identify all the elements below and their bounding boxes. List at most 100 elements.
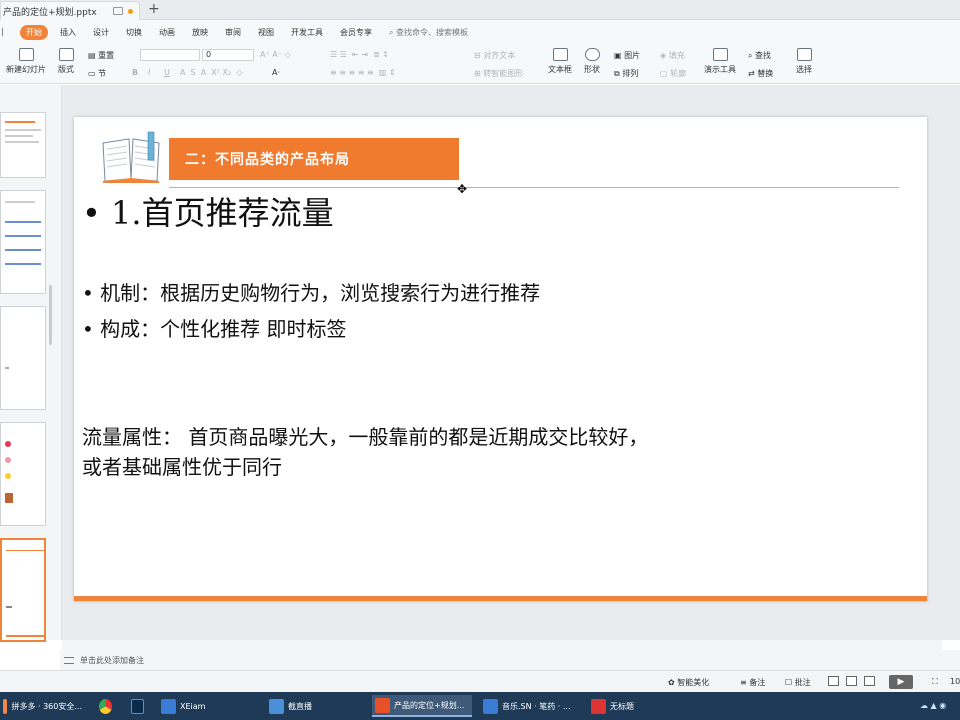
bold-icon[interactable]: B xyxy=(132,68,138,77)
menu-insert[interactable]: 插入 xyxy=(60,27,76,38)
thumb-line xyxy=(5,221,41,223)
photoshop-icon xyxy=(131,698,144,714)
bullet-item[interactable]: • 机制：根据历史购物行为，浏览搜索行为进行推荐 xyxy=(82,277,540,306)
thumb-line xyxy=(5,201,35,203)
slide-thumbnail[interactable] xyxy=(0,306,46,410)
paragraph-line[interactable]: 流量属性： 首页商品曝光大，一般靠前的都是近期成交比较好， xyxy=(82,421,648,450)
font-name-field[interactable] xyxy=(140,49,200,61)
menu-view[interactable]: 视图 xyxy=(258,27,274,38)
reading-view-icon[interactable] xyxy=(864,676,875,686)
text-format-icons[interactable]: A S A X² X₂ ◇ xyxy=(180,68,242,77)
picture-button[interactable]: ▣ 图片 xyxy=(614,50,640,61)
fill-label: 填充 xyxy=(668,51,685,60)
taskbar-photoshop[interactable] xyxy=(128,695,148,717)
bullet-text: 机制：根据历史购物行为，浏览搜索行为进行推荐 xyxy=(100,281,541,305)
thumb-line xyxy=(6,550,44,551)
app-icon xyxy=(591,698,606,714)
paragraph-line[interactable]: 或者基础属性优于同行 xyxy=(82,451,282,480)
new-slide-icon xyxy=(18,48,34,61)
select-label: 选择 xyxy=(796,65,812,74)
notes-icon xyxy=(64,656,74,664)
command-search[interactable]: ⌕ 查找命令、搜索模板 xyxy=(389,27,468,38)
select-button[interactable]: 选择 xyxy=(796,48,812,75)
fill-button[interactable]: ◈ 填充 xyxy=(660,50,685,61)
font-size-tools-icon[interactable]: A⁺ A⁻ ◇ xyxy=(260,50,291,59)
slide-thumbnail[interactable] xyxy=(0,190,46,294)
slide-thumbnail-selected[interactable] xyxy=(0,538,46,642)
italic-icon[interactable]: I xyxy=(148,68,150,77)
menu-slideshow[interactable]: 放映 xyxy=(192,27,208,38)
file-menu-icon[interactable] xyxy=(2,28,6,36)
slide-title-banner[interactable]: 二：不同品类的产品布局 xyxy=(169,138,459,180)
taskbar-item[interactable]: 截直播 xyxy=(266,695,366,717)
alignment-icons[interactable]: ≡ ≡ ≡ ≡ ≡ ▥ ⇕ xyxy=(330,68,396,77)
app-icon xyxy=(269,698,284,714)
taskbar-item[interactable]: 音乐.SN · 笔药 · ... xyxy=(480,695,580,717)
menu-transitions[interactable]: 切换 xyxy=(126,27,142,38)
slide-thumbnail-panel xyxy=(0,85,62,642)
play-slideshow-button[interactable]: ▶ xyxy=(889,675,913,689)
sorter-view-icon[interactable] xyxy=(846,676,857,686)
shape-label: 形状 xyxy=(584,65,600,74)
taskbar-item-active[interactable]: 产品的定位+规划... xyxy=(372,695,472,717)
thumbnail-scrollbar[interactable] xyxy=(49,285,52,345)
move-cursor-icon: ✥ xyxy=(457,182,468,196)
slide-heading[interactable]: • 1.首页推荐流量 xyxy=(82,188,334,234)
normal-view-icon[interactable] xyxy=(828,676,839,686)
menu-review[interactable]: 审阅 xyxy=(225,27,241,38)
font-size-field[interactable]: 0 xyxy=(202,49,254,61)
taskbar-item-label: XEiam xyxy=(180,701,206,711)
menu-home[interactable]: 开始 xyxy=(20,24,48,40)
menu-developer[interactable]: 开发工具 xyxy=(291,27,323,38)
notes-toggle-button[interactable]: ≡ 备注 xyxy=(740,677,765,688)
taskbar-item[interactable]: XEiam xyxy=(158,695,258,717)
notes-pane[interactable]: 单击此处添加备注 xyxy=(60,650,960,670)
taskbar-item[interactable]: 拼多多 · 360安全... xyxy=(0,695,82,717)
menu-design[interactable]: 设计 xyxy=(93,27,109,38)
outline-button[interactable]: ▢ 轮廓 xyxy=(660,68,686,79)
shape-button[interactable]: 形状 xyxy=(584,48,600,75)
align-text-button[interactable]: ⊟ 对齐文本 xyxy=(474,50,515,61)
menu-bar: 开始 插入 设计 切换 动画 放映 审阅 视图 开发工具 会员专享 ⌕ 查找命令… xyxy=(0,20,960,44)
list-icons[interactable]: ☰ ☰ ⇤ ⇥ ≣ ↕ xyxy=(330,50,389,59)
zoom-value[interactable]: 10 xyxy=(950,677,960,686)
current-slide[interactable]: 二：不同品类的产品布局 ✥ • 1.首页推荐流量 • 机制：根据历史购物行为，浏… xyxy=(74,117,927,601)
system-tray-icons[interactable]: ☁ ▲ ◉ xyxy=(920,701,946,710)
bullet-item[interactable]: • 构成：个性化推荐 即时标签 xyxy=(82,313,347,342)
slide-thumbnail[interactable] xyxy=(0,112,46,178)
slide-thumbnail[interactable] xyxy=(0,422,46,526)
document-tab[interactable]: 产品的定位+规划.pptx xyxy=(0,1,140,20)
thumb-line xyxy=(5,129,41,131)
taskbar-item[interactable]: 无标题 xyxy=(588,695,688,717)
taskbar-chrome[interactable] xyxy=(96,695,116,717)
find-label: 查找 xyxy=(755,51,772,60)
menu-member[interactable]: 会员专享 xyxy=(340,27,372,38)
taskbar-item-label: 无标题 xyxy=(610,701,634,711)
comment-button[interactable]: ☐ 批注 xyxy=(785,677,811,688)
wps-icon xyxy=(375,697,390,713)
horizontal-scrollbar[interactable] xyxy=(62,640,942,650)
find-button[interactable]: ⌕ 查找 xyxy=(748,50,771,61)
smart-beautify-button[interactable]: ✿ 智能美化 xyxy=(668,677,709,688)
text-box-button[interactable]: 文本框 xyxy=(548,48,572,75)
ribbon-toolbar: 新建幻灯片 版式 ▤ 重置 ▭ 节 0 A⁺ A⁻ ◇ B I U A S A … xyxy=(0,44,960,84)
fit-window-icon[interactable]: ⛶ xyxy=(932,677,938,687)
underline-icon[interactable]: U xyxy=(164,68,170,77)
convert-smartart-button[interactable]: ⊞ 转智能图形 xyxy=(474,68,523,79)
section-button[interactable]: ▭ 节 xyxy=(88,68,106,79)
new-slide-button[interactable]: 新建幻灯片 xyxy=(6,48,46,75)
thumb-line xyxy=(5,441,11,447)
thumb-line xyxy=(6,606,12,608)
monitor-icon[interactable] xyxy=(113,7,123,15)
font-color-icon[interactable]: A· xyxy=(272,68,280,77)
shape-icon xyxy=(584,48,600,61)
presenter-tools-button[interactable]: 演示工具 xyxy=(704,48,736,75)
replace-button[interactable]: ⇄ 替换 xyxy=(748,68,773,79)
arrange-button[interactable]: ⧉ 排列 xyxy=(614,68,638,79)
new-tab-button[interactable]: + xyxy=(148,2,160,17)
layout-button[interactable]: 版式 xyxy=(58,48,74,75)
thumb-line xyxy=(5,367,9,369)
menu-animation[interactable]: 动画 xyxy=(159,27,175,38)
chrome-icon xyxy=(99,698,112,714)
reset-button[interactable]: ▤ 重置 xyxy=(88,50,114,61)
